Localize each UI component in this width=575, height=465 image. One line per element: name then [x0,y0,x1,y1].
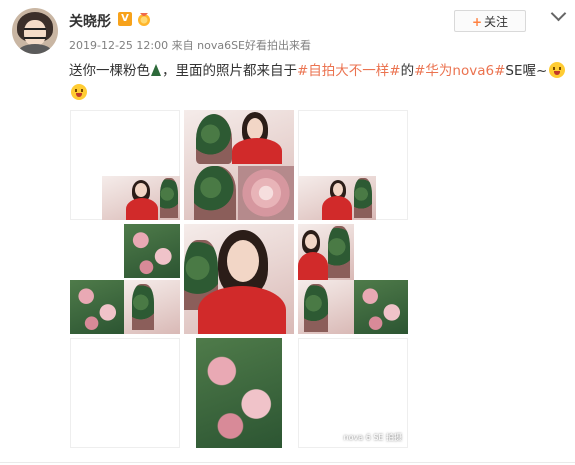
smile-emoji [549,62,566,78]
grid-image-4[interactable] [70,224,180,334]
christmas-tree-emoji [151,64,161,76]
plus-icon: + [471,15,483,29]
medal-icon[interactable] [136,11,152,27]
hashtag-nova6[interactable]: #华为nova6# [414,63,505,79]
smile-emoji-2 [71,84,87,100]
grid-image-7[interactable] [70,338,180,448]
user-avatar[interactable] [12,8,58,54]
post-text: 送你一棵粉色 ，里面的照片都来自于#自拍大不一样#的#华为nova6#SE喔~ [69,60,569,82]
photo-fragment [102,176,180,220]
post-meta: 2019-12-25 12:00 来自 nova6SE好看拍出来看 [69,37,311,53]
post-text-part3: 的 [400,63,415,79]
grid-image-5[interactable] [184,224,294,334]
follow-label: 关注 [484,15,509,29]
post-text-part1: 送你一棵粉色 [69,63,150,79]
grid-image-6[interactable] [298,224,408,334]
post-source[interactable]: nova6SE好看拍出来看 [197,39,311,52]
post-date[interactable]: 2019-12-25 12:00 [69,39,168,52]
post-source-prefix: 来自 [171,39,194,52]
user-name[interactable]: 关晓彤 [69,11,111,31]
divider [0,462,575,463]
verified-icon: V [118,12,132,26]
post-text-part2: ，里面的照片都来自于 [162,63,297,79]
grid-image-3[interactable] [298,110,408,220]
hashtag-selfie[interactable]: #自拍大不一样# [297,63,401,79]
grid-image-2[interactable] [184,110,294,220]
grid-image-8[interactable] [184,338,294,448]
photo-watermark: nova 6 SE 拍摄 [343,433,402,442]
grid-image-1[interactable] [70,110,180,220]
grid-image-9[interactable]: nova 6 SE 拍摄 [298,338,408,448]
post-text-part4: SE喔~ [505,63,548,79]
chevron-down-icon[interactable] [550,5,567,22]
follow-button[interactable]: + 关注 [454,10,526,32]
